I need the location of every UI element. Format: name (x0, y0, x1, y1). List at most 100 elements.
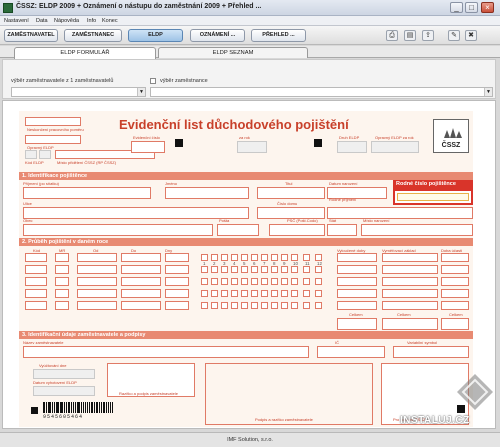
period-code-field[interactable] (25, 265, 47, 274)
employer-select[interactable]: ▼ (11, 87, 146, 97)
period-from-field[interactable] (77, 301, 117, 310)
period-excluded-field[interactable] (337, 289, 377, 298)
period-mr-field[interactable] (55, 253, 69, 262)
eldp-button[interactable]: ELDP (128, 29, 183, 42)
month-checkbox[interactable] (271, 302, 278, 309)
period-from-field[interactable] (77, 265, 117, 274)
birth-number-field[interactable] (397, 193, 469, 201)
month-checkbox[interactable] (241, 302, 248, 309)
birth-place-field[interactable] (361, 224, 473, 236)
period-mr-field[interactable] (55, 277, 69, 286)
title-field[interactable] (257, 187, 325, 199)
period-days-field[interactable] (165, 265, 189, 274)
period-participation-field[interactable] (441, 265, 469, 274)
employer-signature-box[interactable] (205, 363, 373, 425)
month-checkbox[interactable] (201, 266, 208, 273)
period-excluded-field[interactable] (337, 301, 377, 310)
month-checkbox[interactable] (281, 254, 288, 261)
base-total-field[interactable] (382, 318, 438, 330)
month-checkbox[interactable] (231, 278, 238, 285)
month-checkbox[interactable] (271, 266, 278, 273)
month-checkbox[interactable] (261, 266, 268, 273)
month-checkbox[interactable] (303, 254, 310, 261)
menu-item-konec[interactable]: Konec (102, 18, 118, 24)
month-checkbox[interactable] (271, 254, 278, 261)
surname-field[interactable] (23, 187, 151, 199)
period-to-field[interactable] (121, 301, 161, 310)
month-checkbox[interactable] (231, 290, 238, 297)
period-mr-field[interactable] (55, 301, 69, 310)
print-icon[interactable]: ⎙ (386, 30, 398, 41)
month-checkbox[interactable] (303, 266, 310, 273)
excluded-total-field[interactable] (337, 318, 377, 330)
month-checkbox[interactable] (303, 278, 310, 285)
company-id-field[interactable] (317, 346, 385, 358)
employment-end-field[interactable] (25, 117, 81, 126)
month-checkbox[interactable] (241, 254, 248, 261)
month-checkbox[interactable] (251, 290, 258, 297)
month-checkbox[interactable] (261, 278, 268, 285)
period-participation-field[interactable] (441, 253, 469, 262)
month-checkbox[interactable] (231, 266, 238, 273)
month-checkbox[interactable] (211, 254, 218, 261)
period-excluded-field[interactable] (337, 265, 377, 274)
period-to-field[interactable] (121, 253, 161, 262)
period-base-field[interactable] (382, 277, 438, 286)
month-checkbox[interactable] (315, 290, 322, 297)
month-checkbox[interactable] (315, 266, 322, 273)
period-code-field[interactable] (25, 253, 47, 262)
evidence-number-field[interactable] (131, 141, 165, 153)
period-participation-field[interactable] (441, 289, 469, 298)
employer-name-field[interactable] (23, 346, 309, 358)
month-checkbox[interactable] (281, 278, 288, 285)
employer-button[interactable]: ZAMĚSTNAVATEL (4, 29, 58, 42)
month-checkbox[interactable] (291, 254, 298, 261)
billing-date-field[interactable] (33, 369, 95, 379)
street-field[interactable] (23, 207, 249, 219)
period-participation-field[interactable] (441, 277, 469, 286)
month-checkbox[interactable] (281, 266, 288, 273)
period-code-field[interactable] (25, 289, 47, 298)
employee-checkbox[interactable] (150, 78, 156, 84)
month-checkbox[interactable] (303, 302, 310, 309)
period-mr-field[interactable] (55, 289, 69, 298)
period-code-field[interactable] (25, 277, 47, 286)
month-checkbox[interactable] (291, 266, 298, 273)
variable-symbol-field[interactable] (393, 346, 469, 358)
notification-button[interactable]: OZNÁMENÍ ... (190, 29, 245, 42)
period-base-field[interactable] (382, 265, 438, 274)
employee-button[interactable]: ZAMĚSTNANEC (64, 29, 122, 42)
month-checkbox[interactable] (211, 266, 218, 273)
period-base-field[interactable] (382, 253, 438, 262)
month-checkbox[interactable] (231, 254, 238, 261)
month-checkbox[interactable] (291, 290, 298, 297)
period-from-field[interactable] (77, 289, 117, 298)
corrective-eldp-field[interactable] (25, 135, 81, 144)
corrective-year-select[interactable] (371, 141, 419, 153)
overview-button[interactable]: PŘEHLED ... (251, 29, 306, 42)
period-mr-field[interactable] (55, 265, 69, 274)
period-from-field[interactable] (77, 277, 117, 286)
brush-icon[interactable]: ✎ (448, 30, 460, 41)
month-checkbox[interactable] (201, 254, 208, 261)
eldp-type-select[interactable] (337, 141, 367, 153)
postal-code-field[interactable] (269, 224, 325, 236)
month-checkbox[interactable] (261, 302, 268, 309)
period-excluded-field[interactable] (337, 277, 377, 286)
maiden-name-field[interactable] (327, 207, 473, 219)
period-to-field[interactable] (121, 277, 161, 286)
month-checkbox[interactable] (231, 302, 238, 309)
print-preview-icon[interactable]: ▤ (404, 30, 416, 41)
period-base-field[interactable] (382, 289, 438, 298)
month-checkbox[interactable] (241, 290, 248, 297)
month-checkbox[interactable] (251, 266, 258, 273)
menu-item-napoveda[interactable]: Nápověda (54, 18, 79, 24)
month-checkbox[interactable] (281, 302, 288, 309)
menu-item-nastaveni[interactable]: Nastavení (4, 18, 29, 24)
month-checkbox[interactable] (251, 254, 258, 261)
month-checkbox[interactable] (261, 254, 268, 261)
clear-icon[interactable]: ✖ (465, 30, 477, 41)
minimize-button[interactable]: _ (450, 2, 463, 13)
month-checkbox[interactable] (221, 278, 228, 285)
month-checkbox[interactable] (201, 278, 208, 285)
